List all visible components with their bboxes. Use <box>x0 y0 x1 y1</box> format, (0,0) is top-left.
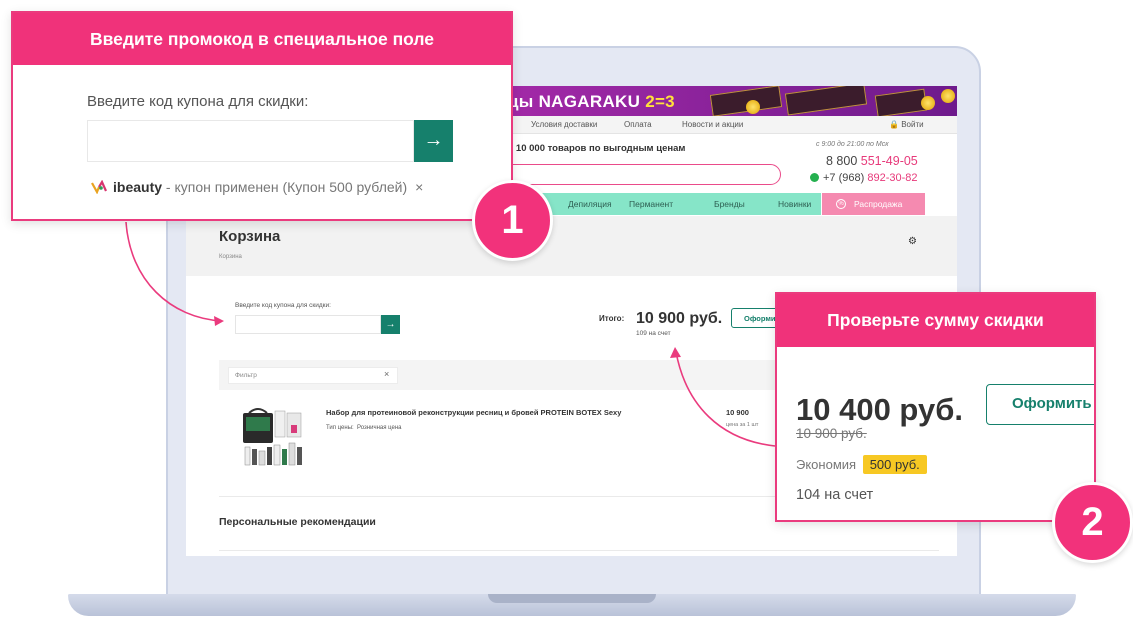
applied-coupon: ibeauty - купон применен (Купон 500 рубл… <box>91 179 423 195</box>
coupon-input-zoom[interactable] <box>87 120 414 162</box>
order-button-zoom[interactable]: Оформить <box>986 384 1094 425</box>
callout-promo: Введите промокод в специальное поле Введ… <box>11 11 513 221</box>
step-badge-1: 1 <box>472 180 553 261</box>
economy: Экономия 500 руб. <box>796 455 927 474</box>
coupon-submit-button-zoom[interactable]: → <box>414 120 453 162</box>
economy-badge: 500 руб. <box>862 455 927 474</box>
arrow-right-icon: → <box>423 129 444 151</box>
callout-promo-title: Введите промокод в специальное поле <box>13 13 511 65</box>
remove-coupon-icon[interactable]: × <box>415 179 423 195</box>
step-badge-2: 2 <box>1052 482 1133 563</box>
coupon-code: ibeauty <box>113 179 163 195</box>
callout-discount-title: Проверьте сумму скидки <box>777 294 1094 347</box>
bonus-points-zoom: 104 на счет <box>796 487 874 503</box>
coupon-label-zoom: Введите код купона для скидки: <box>87 93 309 110</box>
coupon-status: - купон применен (Купон 500 рублей) <box>162 179 408 195</box>
callout-discount: Проверьте сумму скидки 10 400 руб. 10 90… <box>775 292 1096 522</box>
old-total: 10 900 руб. <box>796 426 867 441</box>
discounted-total: 10 400 руб. <box>796 392 963 427</box>
